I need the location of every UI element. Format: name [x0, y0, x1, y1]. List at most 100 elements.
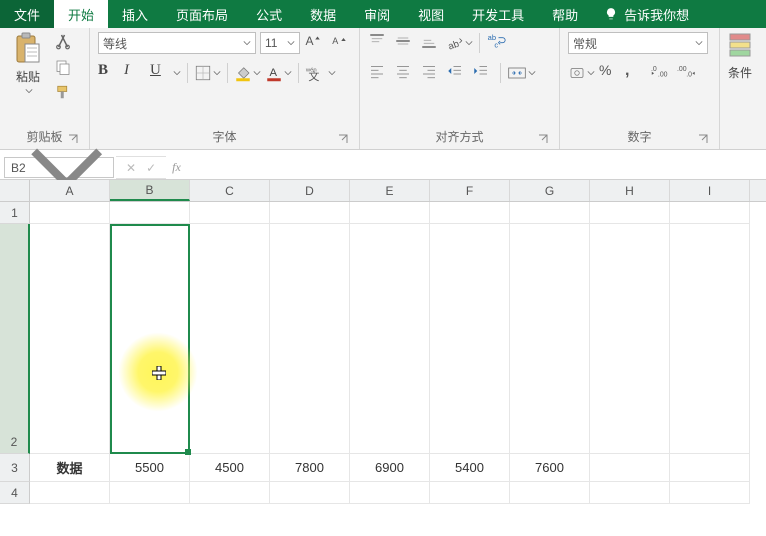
increase-indent-button[interactable]: [472, 62, 494, 84]
row-header-1[interactable]: 1: [0, 202, 30, 224]
cell-C4[interactable]: [190, 482, 270, 504]
align-right-button[interactable]: [420, 62, 442, 84]
increase-decimal-button[interactable]: .0.00: [651, 62, 673, 84]
cell-B4[interactable]: [110, 482, 190, 504]
tell-me[interactable]: 告诉我你想: [604, 0, 689, 28]
align-center-button[interactable]: [394, 62, 416, 84]
underline-button[interactable]: U: [150, 62, 181, 84]
comma-style-button[interactable]: ,: [625, 62, 647, 84]
cell-G1[interactable]: [510, 202, 590, 224]
decrease-indent-button[interactable]: [446, 62, 468, 84]
dialog-launcher-icon[interactable]: [337, 133, 349, 145]
row-header-3[interactable]: 3: [0, 454, 30, 482]
cell-I4[interactable]: [670, 482, 750, 504]
tab-file[interactable]: 文件: [0, 0, 54, 28]
tab-data[interactable]: 数据: [296, 0, 350, 28]
row-header-4[interactable]: 4: [0, 482, 30, 504]
col-header-E[interactable]: E: [350, 180, 430, 201]
col-header-G[interactable]: G: [510, 180, 590, 201]
decrease-decimal-button[interactable]: .00.0: [677, 62, 699, 84]
select-all-corner[interactable]: [0, 180, 30, 201]
cell-A2[interactable]: [30, 224, 110, 454]
formula-input[interactable]: [187, 156, 766, 179]
tab-view[interactable]: 视图: [404, 0, 458, 28]
bold-button[interactable]: B: [98, 62, 120, 84]
enter-formula-button[interactable]: ✓: [146, 161, 156, 175]
font-name-combo[interactable]: 等线: [98, 32, 256, 54]
name-box[interactable]: B2: [4, 157, 114, 178]
font-size-combo[interactable]: 11: [260, 32, 300, 54]
wrap-text-button[interactable]: abc: [486, 32, 508, 54]
tab-formulas[interactable]: 公式: [242, 0, 296, 28]
orientation-button[interactable]: ab: [446, 34, 473, 52]
cell-C2[interactable]: [190, 224, 270, 454]
cell-H4[interactable]: [590, 482, 670, 504]
align-middle-button[interactable]: [394, 32, 416, 54]
cell-G4[interactable]: [510, 482, 590, 504]
cell-I3[interactable]: [670, 454, 750, 482]
cell-B1[interactable]: [110, 202, 190, 224]
col-header-C[interactable]: C: [190, 180, 270, 201]
format-painter-button[interactable]: [54, 84, 76, 106]
italic-button[interactable]: I: [124, 62, 146, 84]
conditional-formatting-icon[interactable]: [728, 32, 752, 60]
cell-B2[interactable]: [110, 224, 190, 454]
cell-H2[interactable]: [590, 224, 670, 454]
cell-I2[interactable]: [670, 224, 750, 454]
fx-label[interactable]: fx: [166, 156, 187, 179]
percent-button[interactable]: %: [599, 62, 621, 84]
cell-D3[interactable]: 7800: [270, 454, 350, 482]
paste-button[interactable]: 粘贴: [8, 32, 48, 98]
dialog-launcher-icon[interactable]: [697, 133, 709, 145]
cell-B3[interactable]: 5500: [110, 454, 190, 482]
col-header-I[interactable]: I: [670, 180, 750, 201]
fill-color-button[interactable]: [234, 64, 261, 82]
dialog-launcher-icon[interactable]: [67, 133, 79, 145]
col-header-A[interactable]: A: [30, 180, 110, 201]
cell-G3[interactable]: 7600: [510, 454, 590, 482]
tab-page-layout[interactable]: 页面布局: [162, 0, 242, 28]
cell-E1[interactable]: [350, 202, 430, 224]
increase-font-button[interactable]: A: [304, 32, 326, 54]
tab-insert[interactable]: 插入: [108, 0, 162, 28]
cell-C3[interactable]: 4500: [190, 454, 270, 482]
cell-D1[interactable]: [270, 202, 350, 224]
number-format-combo[interactable]: 常规: [568, 32, 708, 54]
decrease-font-button[interactable]: A: [330, 32, 352, 54]
cell-D2[interactable]: [270, 224, 350, 454]
cell-H1[interactable]: [590, 202, 670, 224]
tab-home[interactable]: 开始: [54, 0, 108, 28]
col-header-D[interactable]: D: [270, 180, 350, 201]
tab-help[interactable]: 帮助: [538, 0, 592, 28]
row-header-2[interactable]: 2: [0, 224, 30, 454]
cell-E3[interactable]: 6900: [350, 454, 430, 482]
align-left-button[interactable]: [368, 62, 390, 84]
col-header-B[interactable]: B: [110, 180, 190, 201]
cancel-formula-button[interactable]: ✕: [126, 161, 136, 175]
copy-button[interactable]: [54, 58, 76, 80]
phonetic-guide-button[interactable]: wén文: [305, 64, 336, 82]
cell-E4[interactable]: [350, 482, 430, 504]
cell-C1[interactable]: [190, 202, 270, 224]
cell-F4[interactable]: [430, 482, 510, 504]
merge-center-button[interactable]: [507, 64, 536, 82]
cell-A1[interactable]: [30, 202, 110, 224]
dialog-launcher-icon[interactable]: [537, 133, 549, 145]
cut-button[interactable]: [54, 32, 76, 54]
font-color-button[interactable]: A: [265, 64, 292, 82]
cell-I1[interactable]: [670, 202, 750, 224]
col-header-H[interactable]: H: [590, 180, 670, 201]
cell-F2[interactable]: [430, 224, 510, 454]
cell-F3[interactable]: 5400: [430, 454, 510, 482]
cell-A3[interactable]: 数据: [30, 454, 110, 482]
cell-F1[interactable]: [430, 202, 510, 224]
borders-button[interactable]: [194, 64, 221, 82]
tab-review[interactable]: 审阅: [350, 0, 404, 28]
cell-D4[interactable]: [270, 482, 350, 504]
align-top-button[interactable]: [368, 32, 390, 54]
cell-G2[interactable]: [510, 224, 590, 454]
cell-E2[interactable]: [350, 224, 430, 454]
col-header-F[interactable]: F: [430, 180, 510, 201]
cell-H3[interactable]: [590, 454, 670, 482]
align-bottom-button[interactable]: [420, 32, 442, 54]
